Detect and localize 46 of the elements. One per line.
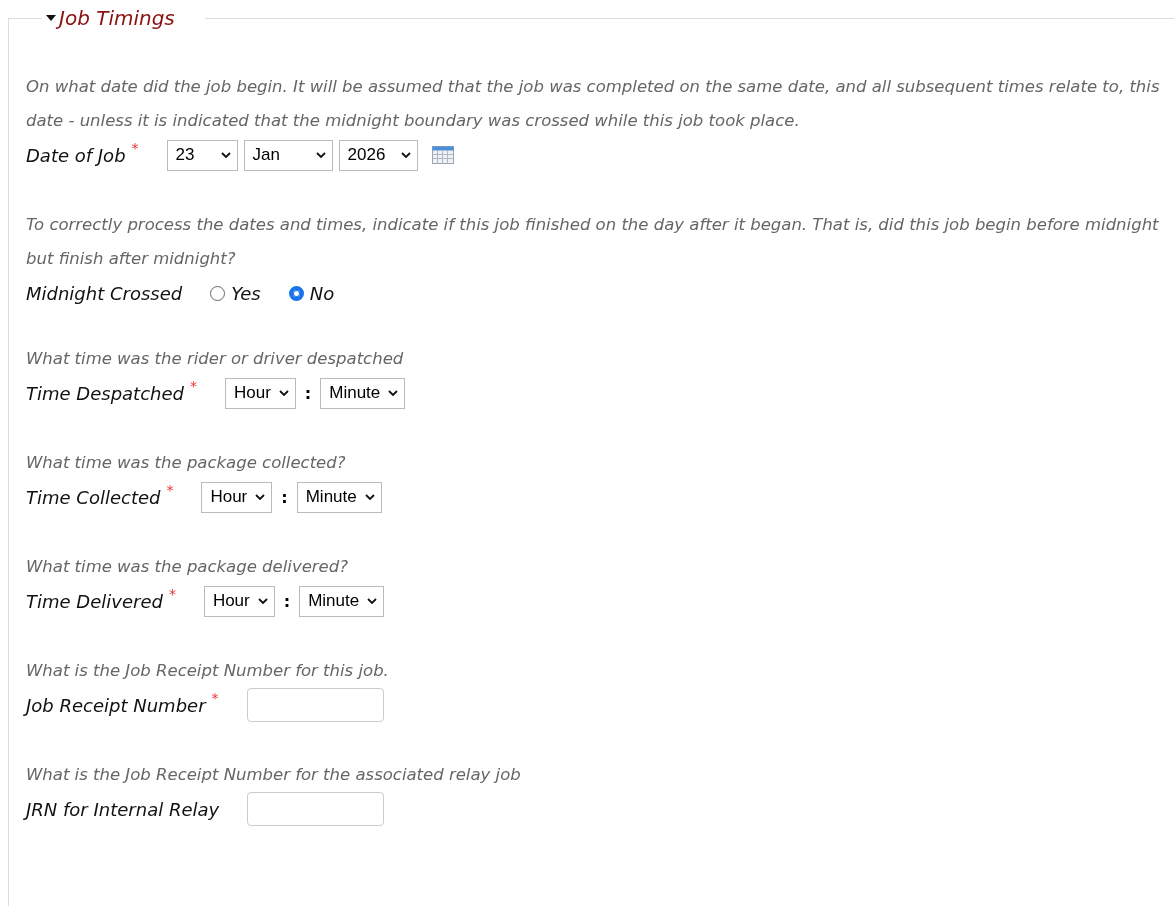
chevron-icon (400, 152, 411, 158)
required-mark: * (131, 140, 139, 156)
chevron-icon (367, 598, 378, 604)
chevron-icon (257, 598, 268, 604)
hour-dropdown[interactable]: Hour (201, 481, 273, 513)
input-field[interactable] (247, 792, 385, 826)
required-mark: * (166, 482, 174, 498)
chevron-icon (364, 494, 375, 500)
field-hint: What is the Job Receipt Number for this job. (26, 660, 390, 682)
dropdown[interactable]: Jan (243, 139, 333, 171)
minute-dropdown[interactable]: Minute (299, 585, 385, 617)
hour-dropdown[interactable]: Hour (203, 585, 275, 617)
calendar-icon[interactable] (431, 146, 454, 164)
time-separator: : (304, 383, 312, 403)
dropdown[interactable]: 23 (166, 139, 238, 171)
caret-icon[interactable] (46, 13, 56, 23)
field-hint: What time was the package collected? (26, 452, 347, 474)
field-hint: What time was the package delivered? (26, 556, 349, 578)
chevron-icon (315, 152, 326, 158)
field-hint: What time was the rider or driver despatched (26, 348, 405, 370)
time-separator: : (281, 487, 288, 507)
required-mark: * (189, 378, 197, 394)
radio-label[interactable]: No (309, 282, 335, 304)
field-label: Time Despatched (26, 382, 184, 404)
field-hint: To correctly process the dates and times, indicate if this job finished on the day after it began. That is, did this job begin before midnight but finish after midnight? (26, 214, 1160, 270)
chevron-icon (388, 390, 399, 396)
input-field[interactable] (246, 688, 384, 722)
radio-button[interactable] (288, 285, 304, 301)
field-label: Midnight Crossed (26, 282, 183, 304)
dropdown[interactable]: 2026 (338, 139, 418, 171)
required-mark: * (211, 690, 219, 706)
field-hint: On what date did the job begin. It will be assumed that the job was completed on the same date, and all subsequent times relate to, this date - unless it is indicated that the midnight boundary was crossed while this job took place. (26, 76, 1161, 132)
minute-dropdown[interactable]: Minute (320, 377, 406, 409)
chevron-icon (278, 390, 289, 396)
hour-dropdown[interactable]: Hour (224, 377, 296, 409)
field-label: Date of Job (26, 144, 126, 166)
chevron-icon (255, 494, 266, 500)
radio-label[interactable]: Yes (231, 282, 261, 304)
field-hint: What is the Job Receipt Number for the associated relay job (26, 764, 522, 786)
radio-button[interactable] (210, 285, 226, 301)
chevron-icon (220, 152, 231, 158)
minute-dropdown[interactable]: Minute (296, 481, 382, 513)
required-mark: * (168, 586, 176, 602)
field-label: Time Collected (26, 486, 161, 508)
time-separator: : (283, 591, 291, 611)
field-label: Time Delivered (26, 590, 163, 612)
